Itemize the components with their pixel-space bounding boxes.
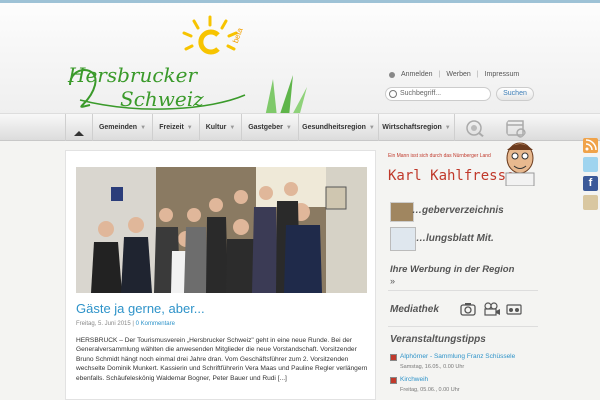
contact-card-icon[interactable] [583,195,598,210]
sidebar-link-hosts[interactable]: …geberverzeichnis [388,202,538,222]
advertise-region-link[interactable]: Ihre Werbung in der Region [390,264,514,275]
divider [388,326,538,327]
facebook-icon[interactable]: f [583,176,598,191]
main-nav: Gemeinden ▼ Freizeit ▼ Kultur ▼ Gastgeber ▼ … [0,113,600,154]
chevron-down-icon: ▼ [368,125,375,131]
divider [388,290,538,291]
mediathek-heading: Mediathek [390,304,439,315]
article-meta: Freitag, 5. Juni 2015 | 0 Kommentare [76,321,175,327]
article-title[interactable]: Gäste ja gerne, aber... [76,301,205,316]
newsletter-link-label: …lungsblatt Mit. [416,233,494,244]
nav-item-gastgeber[interactable]: Gastgeber ▼ [242,114,299,141]
article-card: Gäste ja gerne, aber... Freitag, 5. Juni… [65,150,376,400]
grass-decoration [265,75,307,117]
article-photo[interactable] [76,167,367,293]
chevron-down-icon: ▼ [140,125,147,131]
ad-banner-kahlfresser[interactable]: Ein Mann isst sich durch das Nürnberger … [388,142,538,196]
search-input[interactable]: Suchbegriff... [385,87,491,101]
event-item[interactable]: Kirchweih Freitag, 05.06., 0.00 Uhr [390,376,538,396]
event-title: Kirchweih [400,376,429,383]
nav-home[interactable] [65,114,93,154]
calendar-icon [390,354,397,361]
rss-icon[interactable] [583,138,598,153]
calendar-icon[interactable] [505,117,527,139]
sidebar-link-newsletter[interactable]: …lungsblatt Mit. [388,227,538,251]
chevron-down-icon: ▼ [444,125,451,131]
comments-link[interactable]: 0 Kommentare [136,321,175,327]
chevron-down-icon: ▼ [285,125,292,131]
nav-item-gemeinden[interactable]: Gemeinden ▼ [93,114,153,141]
map-search-icon[interactable] [465,117,487,139]
nav-item-kultur[interactable]: Kultur ▼ [200,114,242,141]
nav-item-freizeit[interactable]: Freizeit ▼ [153,114,200,141]
video-camera-icon[interactable] [483,302,501,316]
event-item[interactable]: Alphörner - Sammlung Franz Schüssele Sam… [390,353,538,373]
twitter-icon[interactable] [583,157,598,172]
event-date: Samstag, 16.05., 0.00 Uhr [400,364,465,370]
ad-tagline: Ein Mann isst sich durch das Nürnberger … [388,153,491,159]
events-heading: Veranstaltungstipps [390,334,486,345]
imprint-link[interactable]: Impressum [485,71,520,78]
separator: | [476,71,479,78]
logo-text-line2: Schweiz [120,87,204,111]
chevron-down-icon: ▼ [186,125,193,131]
camera-icon[interactable] [460,302,476,316]
login-link[interactable]: Anmelden [401,71,433,78]
hosts-thumbnail [390,202,414,222]
event-date: Freitag, 05.06., 0.00 Uhr [400,387,460,393]
search-button[interactable]: Suchen [496,87,534,101]
separator: | [438,71,441,78]
search-icon [389,90,397,98]
nav-item-wirtschaftsregion[interactable]: Wirtschaftsregion ▼ [379,114,455,141]
article-date: Freitag, 5. Juni 2015 [76,321,131,327]
site-header: beta Hersbrucker Schweiz Anmelden | Werb… [0,3,600,117]
search-placeholder: Suchbegriff... [400,90,442,97]
nav-item-gesundheitsregion[interactable]: Gesundheitsregion ▼ [299,114,379,141]
chevron-down-icon: ▼ [229,125,236,131]
advertise-more-arrow[interactable]: » [390,276,395,286]
site-logo[interactable]: beta Hersbrucker Schweiz [60,15,250,115]
top-links: Anmelden | Werben | Impressum [389,71,519,78]
audio-icon[interactable] [506,302,522,316]
chef-mascot-icon [505,142,535,186]
event-title: Alphörner - Sammlung Franz Schüssele [400,353,516,360]
calendar-icon [390,377,397,384]
newsletter-thumbnail [390,227,416,251]
logo-text-line1: Hersbrucker [68,63,198,87]
user-icon [389,71,395,78]
article-excerpt: HERSBRUCK – Der Tourismusverein „Hersbru… [76,337,368,382]
advertise-link[interactable]: Werben [446,71,470,78]
hosts-link-label: …geberverzeichnis [412,205,504,216]
